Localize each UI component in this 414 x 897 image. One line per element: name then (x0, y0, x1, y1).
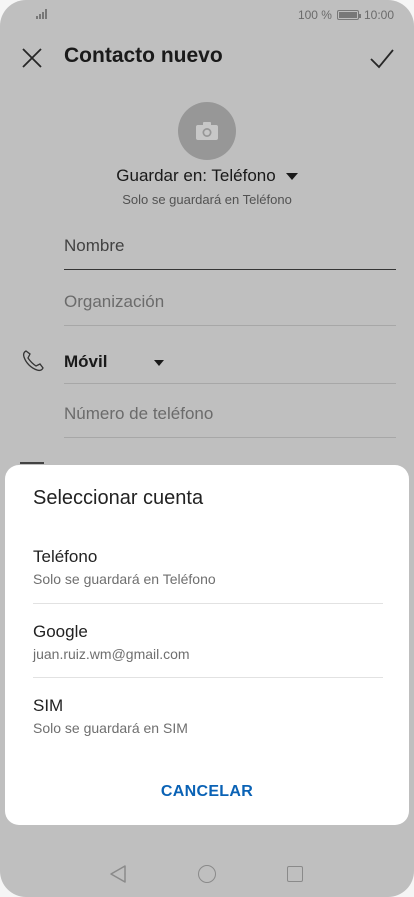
account-option-sim[interactable]: SIM Solo se guardará en SIM (33, 696, 383, 768)
account-option-google[interactable]: Google juan.ruiz.wm@gmail.com (33, 622, 383, 694)
option-subtitle: Solo se guardará en Teléfono (33, 571, 216, 587)
option-title: SIM (33, 696, 64, 715)
divider (33, 603, 383, 604)
account-option-phone[interactable]: Teléfono Solo se guardará en Teléfono (33, 547, 383, 619)
select-account-dialog: Seleccionar cuenta Teléfono Solo se guar… (5, 465, 409, 825)
divider (33, 677, 383, 678)
cancel-button[interactable]: CANCELAR (5, 783, 409, 801)
home-icon[interactable] (198, 865, 216, 883)
option-title: Teléfono (33, 547, 98, 566)
back-icon[interactable] (109, 864, 127, 884)
navigation-bar (0, 852, 414, 897)
recents-icon[interactable] (287, 866, 303, 882)
option-subtitle: juan.ruiz.wm@gmail.com (33, 646, 190, 662)
option-subtitle: Solo se guardará en SIM (33, 720, 188, 736)
dialog-title: Seleccionar cuenta (33, 487, 204, 509)
option-title: Google (33, 622, 88, 641)
screen: 100 % 10:00 Contacto nuevo Guardar en: T… (0, 0, 414, 897)
